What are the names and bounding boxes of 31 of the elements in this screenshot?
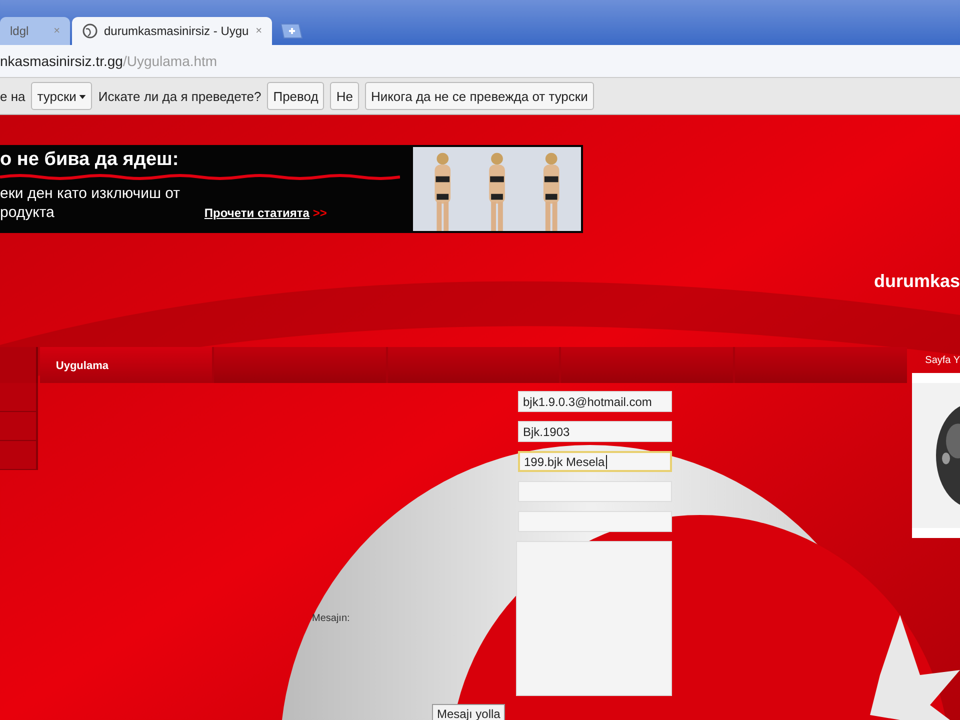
globe-icon (82, 23, 98, 39)
language-dropdown[interactable]: турски (31, 82, 92, 110)
translate-question: Искате ли да я преведете? (98, 88, 262, 104)
ad-headline: о не бива да ядеш: (0, 148, 180, 172)
browser-tab[interactable]: durumkasmasinirsiz - Uygu × (72, 17, 272, 45)
new-tab-icon[interactable] (278, 23, 304, 39)
nav-item[interactable]: Uygulama (40, 347, 212, 383)
site-title: durumkas (874, 271, 960, 293)
side-heading: Sayfa Y (924, 354, 960, 368)
ad-text: родукта (0, 203, 54, 222)
address-bar[interactable]: nkasmasinirsiz.tr.gg/Uygulama.htm (0, 45, 960, 78)
input-field[interactable]: bjk1.9.0.3@hotmail.com (518, 391, 672, 412)
translate-button[interactable]: Никога да не се превежда от турски (364, 82, 594, 110)
sidebar-cell (0, 412, 38, 441)
translate-button[interactable]: Не (330, 82, 359, 110)
menu-cell (0, 347, 38, 383)
read-article-link[interactable]: Прочети статията (204, 206, 310, 220)
link-arrows: >> (312, 206, 327, 220)
translate-button[interactable]: Превод (267, 82, 324, 110)
message-label: Mesajın: (312, 613, 350, 624)
input-field[interactable] (518, 481, 672, 502)
browser-tab[interactable]: ldgl × (0, 17, 70, 45)
translate-text: е на (0, 88, 26, 104)
input-field[interactable]: Bjk.1903 (518, 421, 672, 442)
input-field[interactable] (518, 511, 672, 532)
input-field[interactable]: 199.bjk Mesela (518, 451, 672, 472)
sidebar-cell (0, 441, 38, 470)
message-textarea[interactable] (516, 541, 672, 696)
ad-text: еки ден като изключиш от (0, 184, 182, 203)
caret-icon (79, 95, 86, 100)
sidebar-cell (0, 383, 38, 412)
